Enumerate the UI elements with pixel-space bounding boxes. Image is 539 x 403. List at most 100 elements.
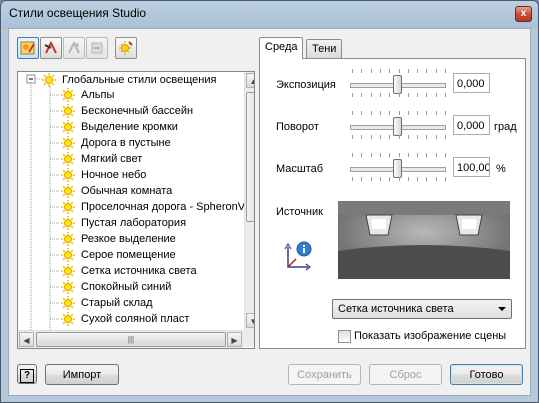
tree-connector — [50, 142, 60, 144]
rotation-field[interactable]: 0,000 — [453, 115, 490, 135]
scroll-right-button[interactable]: ▶ — [227, 332, 242, 347]
dialog-client: Глобальные стили освещения Альпы Бесконеч… — [8, 28, 531, 396]
rotation-ticks-bottom — [352, 135, 446, 140]
tree-item-label: Ночное небо — [81, 169, 147, 181]
tree-connector — [50, 94, 60, 96]
tree-item-label: Выделение кромки — [81, 121, 178, 133]
source-dropdown[interactable]: Сетка источника света — [332, 299, 512, 319]
sun-icon — [61, 264, 75, 278]
import-button[interactable]: Импорт — [45, 364, 119, 385]
tree-connector — [50, 206, 60, 208]
purge-button[interactable] — [86, 37, 108, 59]
title-bar[interactable]: Стили освещения Studio x — [1, 1, 538, 27]
scroll-left-button[interactable]: ◀ — [19, 332, 34, 347]
lighting-style-button[interactable] — [17, 37, 39, 59]
tab-environment[interactable]: Среда — [259, 37, 304, 59]
scroll-thumb[interactable] — [246, 92, 254, 222]
sun-icon — [61, 280, 75, 294]
sun-icon — [61, 104, 75, 118]
rotation-unit: град — [494, 121, 517, 133]
sun-icon — [61, 248, 75, 262]
new-style-icon — [44, 40, 57, 54]
save-button[interactable]: Сохранить — [288, 364, 361, 385]
tree-root-label: Глобальные стили освещения — [62, 74, 217, 86]
dialog-window: Стили освещения Studio x Глобальные стил… — [0, 0, 539, 403]
tree-item-label: Проселочная дорога - SpheronVR — [81, 201, 254, 213]
tree-connector — [50, 174, 60, 176]
scroll-corner — [244, 330, 254, 347]
horizontal-scroll-thumb[interactable]: ||| — [36, 332, 226, 347]
tree-item-label: Альпы — [81, 89, 115, 101]
scale-ticks-top — [352, 153, 446, 158]
sun-icon — [61, 216, 75, 230]
scale-slider-thumb[interactable] — [393, 159, 402, 178]
sun-icon — [61, 120, 75, 134]
help-icon: ? — [20, 369, 34, 383]
lighting-style-icon — [20, 41, 35, 55]
activate-style-button[interactable] — [115, 37, 137, 59]
tree-connector — [50, 238, 60, 240]
tree-connector — [50, 254, 60, 256]
tree-item-label: Мягкий свет — [81, 153, 143, 165]
sun-icon — [42, 73, 56, 87]
environment-panel: Экспозиция 0,000 Поворот 0,000 град Масш… — [259, 58, 526, 349]
rotation-label: Поворот — [276, 121, 319, 133]
sun-icon — [61, 88, 75, 102]
tree-connector — [50, 222, 60, 224]
tree-connector — [50, 270, 60, 272]
activate-style-icon — [119, 41, 133, 55]
tree-item-label: Резкое выделение — [81, 233, 176, 245]
scale-field[interactable]: 100,00 — [453, 157, 490, 177]
show-scene-checkbox[interactable] — [338, 330, 351, 343]
scale-ticks-bottom — [352, 177, 446, 182]
exposure-label: Экспозиция — [276, 79, 336, 91]
tab-shadows[interactable]: Тени — [306, 39, 343, 58]
lighting-styles-tree[interactable]: Глобальные стили освещения Альпы Бесконеч… — [17, 71, 255, 349]
tree-item-label: Спокойный синий — [81, 281, 172, 293]
sun-icon — [61, 296, 75, 310]
show-scene-label[interactable]: Показать изображение сцены — [354, 330, 506, 342]
purge-icon — [91, 42, 103, 54]
chevron-down-icon — [498, 307, 506, 311]
tree-item-label: Сухой соляной пласт — [81, 313, 190, 325]
sun-icon — [61, 152, 75, 166]
tree-connector — [50, 110, 60, 112]
help-button[interactable]: ? — [17, 364, 37, 384]
reset-button[interactable]: Сброс — [369, 364, 442, 385]
copy-style-button[interactable] — [63, 37, 85, 59]
tree-item-label: Старый склад — [81, 297, 153, 309]
tree-connector — [50, 158, 60, 160]
sun-icon — [61, 312, 75, 326]
tree-horizontal-scrollbar[interactable]: ◀ ||| ▶ — [18, 330, 244, 348]
tree-vertical-scrollbar[interactable]: ▲ ▼ — [244, 72, 254, 330]
source-label: Источник — [276, 206, 323, 218]
environment-preview — [338, 201, 510, 279]
exposure-field[interactable]: 0,000 — [453, 73, 490, 93]
source-dropdown-value: Сетка источника света — [338, 303, 454, 315]
sun-icon — [61, 184, 75, 198]
tree-connector — [50, 302, 60, 304]
preview-image — [338, 201, 510, 279]
scroll-down-button[interactable]: ▼ — [246, 313, 254, 328]
sun-icon — [61, 136, 75, 150]
tree-connector — [50, 318, 60, 320]
tree-item-label: Бесконечный бассейн — [81, 105, 194, 117]
done-button[interactable]: Готово — [450, 364, 523, 385]
tree-item-label: Обычная комната — [81, 185, 173, 197]
tree-item-label: Пустая лаборатория — [81, 217, 187, 229]
tree-connector — [50, 286, 60, 288]
scale-label: Масштаб — [276, 163, 324, 175]
close-button[interactable]: x — [515, 6, 532, 22]
exposure-slider-thumb[interactable] — [393, 75, 402, 94]
rotation-slider-thumb[interactable] — [393, 117, 402, 136]
window-title: Стили освещения Studio — [9, 6, 147, 20]
exposure-ticks-top — [352, 69, 446, 74]
sun-icon — [61, 200, 75, 214]
rotation-ticks-top — [352, 111, 446, 116]
axes-info-icon[interactable] — [284, 239, 314, 271]
sun-icon — [61, 168, 75, 182]
scroll-up-button[interactable]: ▲ — [246, 73, 254, 88]
new-style-button[interactable] — [40, 37, 62, 59]
sun-icon — [61, 232, 75, 246]
scale-unit: % — [496, 163, 506, 175]
